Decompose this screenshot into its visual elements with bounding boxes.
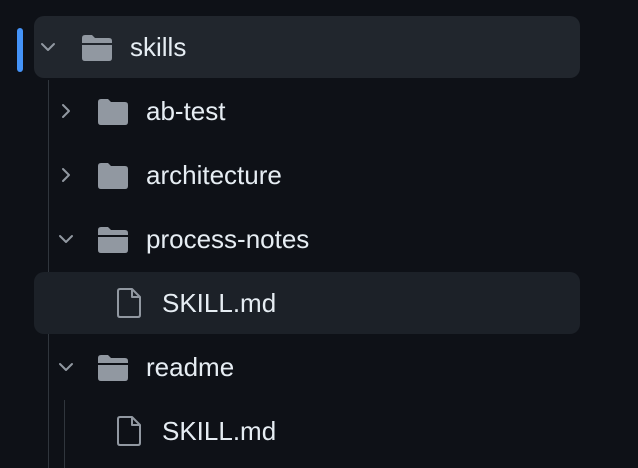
chevron-right-icon[interactable] [56, 165, 76, 185]
chevron-down-icon[interactable] [38, 37, 58, 57]
tree-item-label: skills [130, 32, 187, 62]
tree-item-label: SKILL.md [162, 288, 277, 318]
file-tree: skills ab-test architecture process-note… [0, 0, 638, 468]
chevron-right-icon[interactable] [56, 101, 76, 121]
tree-item-skill-md-process-notes[interactable]: SKILL.md [34, 272, 580, 334]
tree-item-label: ab-test [146, 96, 226, 126]
tree-item-ab-test[interactable]: ab-test [34, 80, 580, 142]
tree-item-label: process-notes [146, 224, 310, 254]
tree-item-process-notes[interactable]: process-notes [34, 208, 580, 270]
file-icon [117, 288, 141, 318]
tree-item-skill-md-readme[interactable]: SKILL.md [34, 400, 580, 462]
tree-item-readme[interactable]: readme [34, 336, 580, 398]
tree-item-skills[interactable]: skills [34, 16, 580, 78]
folder-open-icon [98, 355, 128, 381]
folder-icon [98, 163, 128, 189]
tree-item-label: SKILL.md [162, 416, 277, 446]
chevron-down-icon[interactable] [56, 229, 76, 249]
tree-item-architecture[interactable]: architecture [34, 144, 580, 206]
tree-item-label: readme [146, 352, 235, 382]
folder-open-icon [98, 227, 128, 253]
file-icon [117, 416, 141, 446]
folder-open-icon [82, 35, 112, 61]
chevron-down-icon[interactable] [56, 357, 76, 377]
tree-item-label: architecture [146, 160, 282, 190]
active-indicator [17, 28, 23, 72]
folder-icon [98, 99, 128, 125]
